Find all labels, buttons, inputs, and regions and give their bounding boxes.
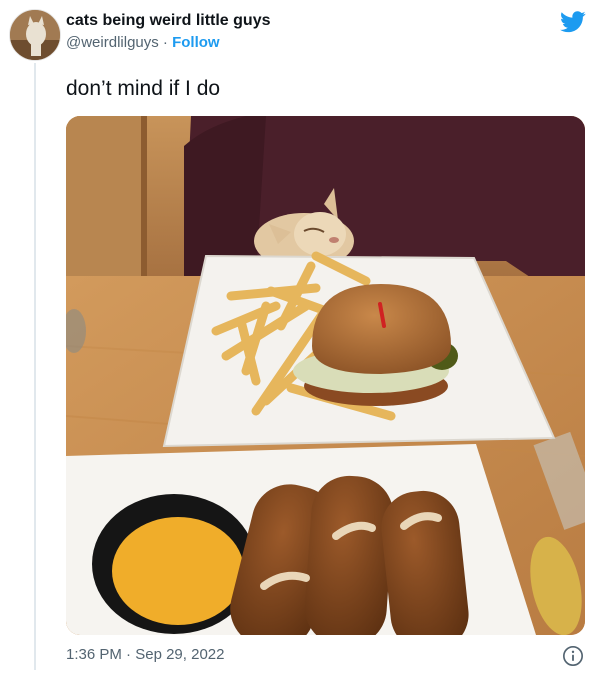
twitter-bird-icon[interactable]	[560, 11, 586, 33]
user-handle[interactable]: @weirdlilguys	[66, 34, 159, 51]
info-icon[interactable]	[562, 645, 584, 667]
display-name[interactable]: cats being weird little guys	[66, 11, 271, 31]
tweet-time: 1:36 PM	[66, 646, 122, 663]
photo-image	[66, 116, 585, 635]
meta-separator: ·	[121, 646, 136, 663]
follow-button[interactable]: Follow	[172, 34, 220, 51]
avatar[interactable]	[9, 9, 61, 61]
tweet-card: cats being weird little guys @weirdlilgu…	[0, 0, 600, 679]
thread-line	[34, 63, 36, 670]
handle-line: @weirdlilguys · Follow	[66, 33, 271, 53]
tweet-header: cats being weird little guys @weirdlilgu…	[66, 11, 271, 53]
tweet-timestamp[interactable]: 1:36 PM · Sep 29, 2022	[66, 645, 224, 665]
handle-separator: ·	[158, 34, 173, 51]
tweet-photo[interactable]	[66, 116, 585, 635]
avatar-image	[10, 10, 60, 60]
tweet-date: Sep 29, 2022	[135, 646, 225, 663]
tweet-text: don’t mind if I do	[66, 77, 221, 100]
